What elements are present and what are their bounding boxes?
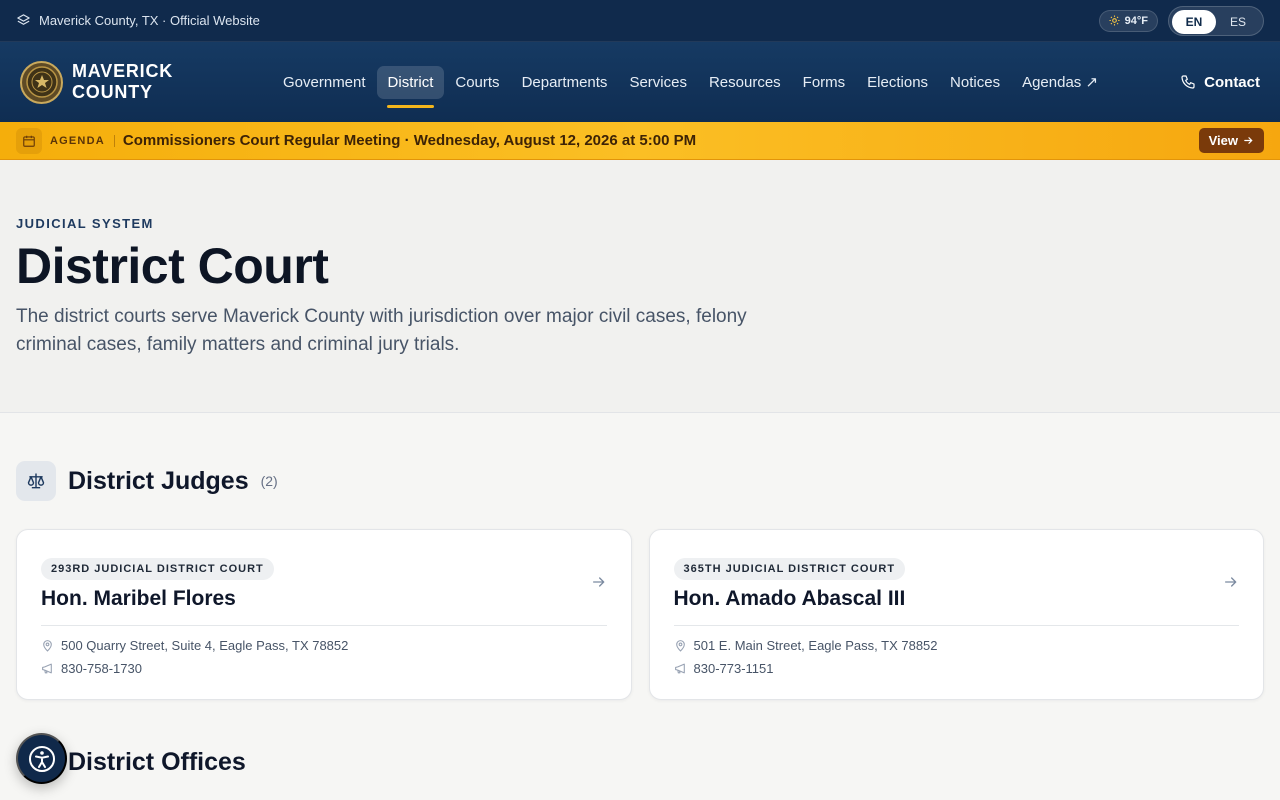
nav-notices[interactable]: Notices: [939, 66, 1011, 99]
phone-text[interactable]: 830-758-1730: [61, 661, 142, 676]
arrow-right-icon[interactable]: [1223, 574, 1239, 590]
offices-section-title: District Offices: [68, 748, 246, 776]
phone-icon: [1180, 74, 1196, 90]
judge-name: Hon. Maribel Flores: [41, 587, 607, 626]
contact-link[interactable]: Contact: [1180, 74, 1260, 91]
section-title: District Judges: [68, 466, 249, 495]
address-text: 500 Quarry Street, Suite 4, Eagle Pass, …: [61, 638, 349, 653]
phone-row: 830-758-1730: [41, 661, 607, 676]
lang-es-button[interactable]: ES: [1216, 10, 1260, 34]
nav-district[interactable]: District: [376, 65, 445, 108]
court-badge: 293RD JUDICIAL DISTRICT COURT: [41, 558, 274, 580]
language-toggle: EN ES: [1168, 5, 1264, 36]
utility-bar: Maverick County, TX · Official Website 9…: [0, 0, 1280, 42]
accessibility-button[interactable]: [16, 733, 67, 784]
judge-name: Hon. Amado Abascal III: [673, 587, 1239, 626]
address-row: 501 E. Main Street, Eagle Pass, TX 78852: [674, 638, 1240, 653]
map-pin-icon: [41, 639, 54, 652]
page-description: The district courts serve Maverick Count…: [16, 306, 747, 355]
judge-card[interactable]: 365TH JUDICIAL DISTRICT COURT Hon. Amado…: [648, 529, 1264, 700]
alert-tag: AGENDA: [50, 134, 115, 147]
contact-label: Contact: [1204, 73, 1260, 91]
nav-forms[interactable]: Forms: [792, 66, 857, 99]
agenda-alert-banner: AGENDA Commissioners Court Regular Meeti…: [0, 122, 1280, 160]
view-agenda-button[interactable]: View: [1198, 128, 1264, 153]
nav-services[interactable]: Services: [618, 66, 698, 99]
page-hero: JUDICIAL SYSTEM District Court The distr…: [0, 160, 1280, 413]
sun-icon: [1109, 15, 1120, 26]
nav-courts[interactable]: Courts: [444, 66, 510, 99]
nav-agendas[interactable]: Agendas ↗: [1011, 66, 1109, 99]
brand-line-2: COUNTY: [72, 82, 153, 102]
phone-row: 830-773-1151: [674, 661, 1240, 676]
judge-count: (2): [260, 473, 278, 489]
weather-temp: 94°F: [1124, 14, 1148, 27]
arrow-right-icon: [1243, 135, 1254, 146]
weather-badge: 94°F: [1098, 9, 1158, 32]
main-header: MAVERICK COUNTY Government District Cour…: [0, 42, 1280, 122]
alert-message: Commissioners Court Regular Meeting · We…: [122, 132, 697, 149]
primary-nav: Government District Courts Departments S…: [272, 65, 1109, 108]
address-text: 501 E. Main Street, Eagle Pass, TX 78852: [693, 638, 938, 653]
arrow-right-icon[interactable]: [591, 574, 607, 590]
layers-icon: [16, 13, 31, 28]
megaphone-icon: [674, 662, 687, 675]
court-badge: 365TH JUDICIAL DISTRICT COURT: [673, 558, 906, 580]
judge-cards: 293RD JUDICIAL DISTRICT COURT Hon. Marib…: [16, 529, 1264, 700]
scales-icon: [16, 461, 56, 501]
lang-en-button[interactable]: EN: [1172, 9, 1216, 34]
judge-card[interactable]: 293RD JUDICIAL DISTRICT COURT Hon. Marib…: [16, 529, 632, 700]
megaphone-icon: [41, 662, 54, 675]
page-eyebrow: JUDICIAL SYSTEM: [16, 216, 154, 231]
site-label: Maverick County, TX · Official Website: [39, 13, 260, 28]
view-button-label: View: [1208, 133, 1238, 148]
calendar-icon: [16, 127, 42, 154]
address-row: 500 Quarry Street, Suite 4, Eagle Pass, …: [41, 638, 607, 653]
county-seal-icon: [20, 60, 63, 104]
phone-text[interactable]: 830-773-1151: [694, 661, 774, 676]
site-label-group: Maverick County, TX · Official Website: [16, 13, 260, 28]
nav-departments[interactable]: Departments: [511, 66, 619, 99]
brand-line-1: MAVERICK: [72, 61, 174, 81]
section-header: District Judges (2): [16, 461, 1264, 501]
map-pin-icon: [674, 639, 687, 652]
judges-section: District Judges (2) 293RD JUDICIAL DISTR…: [0, 413, 1280, 700]
page-title: District Court: [16, 238, 329, 294]
nav-government[interactable]: Government: [272, 66, 377, 99]
nav-elections[interactable]: Elections: [856, 66, 939, 99]
accessibility-icon: [27, 744, 57, 774]
brand-logo[interactable]: MAVERICK COUNTY: [20, 60, 270, 104]
nav-resources[interactable]: Resources: [698, 66, 792, 99]
